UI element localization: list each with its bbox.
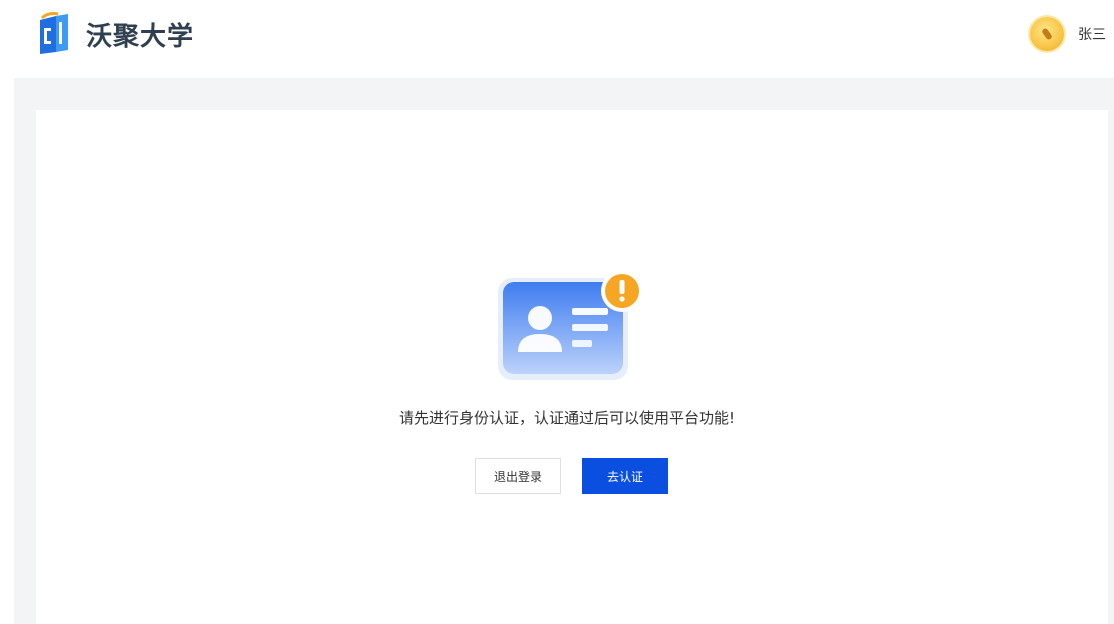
logout-button[interactable]: 退出登录 <box>475 458 561 494</box>
brand-name: 沃聚大学 <box>86 21 195 52</box>
id-card-warning-icon <box>498 270 643 380</box>
user-name[interactable]: 张三 <box>1078 24 1106 44</box>
user-menu[interactable]: 张三 <box>1030 14 1106 54</box>
verify-button[interactable]: 去认证 <box>582 458 668 494</box>
brand-logo[interactable]: 沃聚大学 <box>34 10 194 58</box>
top-header: 沃聚大学 张三 <box>0 0 1114 76</box>
user-avatar[interactable] <box>1030 17 1064 51</box>
brand-logo-icon <box>40 12 68 54</box>
verification-message: 请先进行身份认证，认证通过后可以使用平台功能! <box>398 409 735 427</box>
